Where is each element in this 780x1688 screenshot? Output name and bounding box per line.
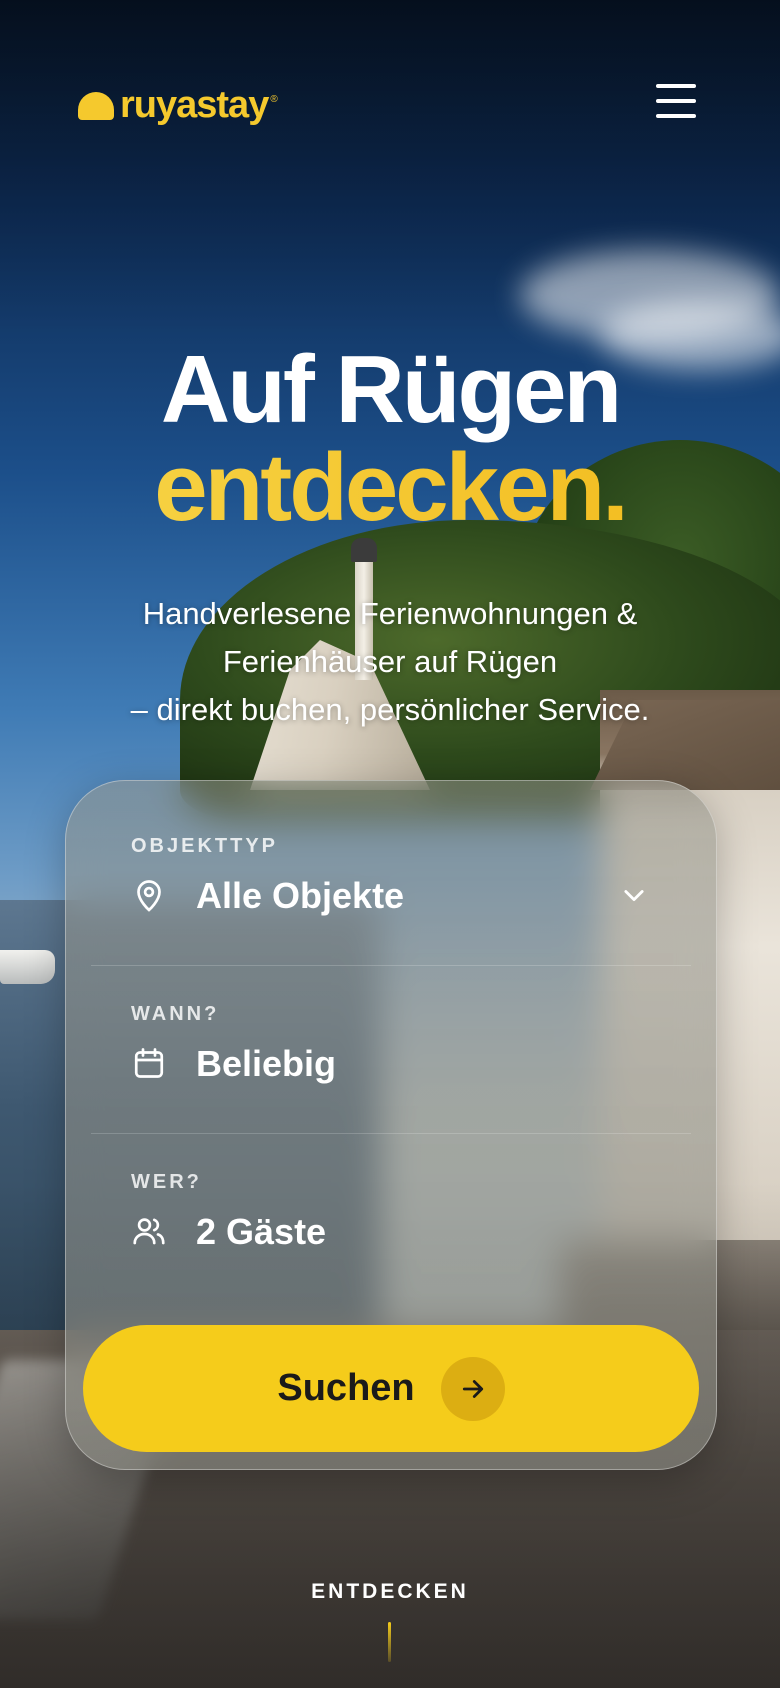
calendar-icon (134, 1048, 164, 1078)
trademark-symbol: ® (270, 94, 278, 105)
property-type-value: Alle Objekte (196, 875, 405, 916)
hero-subtitle-line3: – direkt buchen, persönlicher Service. (130, 692, 650, 727)
chevron-down-icon (624, 890, 644, 902)
search-button[interactable]: Suchen (83, 1325, 699, 1452)
logo-mark-icon (78, 91, 114, 120)
hero-subtitle-line2: Ferienhäuser auf Rügen (222, 644, 558, 679)
hero-subtitle: Handverlesene Ferienwohnungen & Ferienhä… (0, 590, 780, 734)
hero-title-line2: entdecken. (0, 440, 780, 536)
property-type-select[interactable]: OBJEKTTYP Alle Objekte (66, 781, 716, 949)
hero-headline: Auf Rügen entdecken. (0, 340, 780, 536)
discover-scroll-link[interactable]: ENTDECKEN (0, 1580, 780, 1604)
hamburger-menu-icon[interactable] (656, 84, 696, 122)
arrow-right-icon (440, 1356, 505, 1421)
date-label: WANN? (131, 1003, 220, 1025)
brand-name: ruyastay (120, 84, 269, 126)
hero-subtitle-line1: Handverlesene Ferienwohnungen & (142, 596, 638, 631)
users-icon (133, 1218, 165, 1245)
hero-title-line1: Auf Rügen (160, 336, 622, 443)
date-value: Beliebig (196, 1043, 337, 1084)
guests-select[interactable]: WER? 2 Gäste (66, 1117, 716, 1285)
scroll-indicator-line (388, 1622, 391, 1662)
date-select[interactable]: WANN? Beliebig (66, 949, 716, 1117)
guests-value: 2 Gäste (196, 1211, 327, 1252)
property-type-label: OBJEKTTYP (131, 835, 279, 857)
brand-logo[interactable]: ruyastay ® (78, 84, 278, 127)
map-pin-icon (137, 880, 161, 912)
guests-label: WER? (131, 1171, 202, 1193)
search-button-label: Suchen (277, 1367, 415, 1409)
search-card: OBJEKTTYP Alle Objekte WANN? Beliebig WE… (65, 780, 717, 1470)
